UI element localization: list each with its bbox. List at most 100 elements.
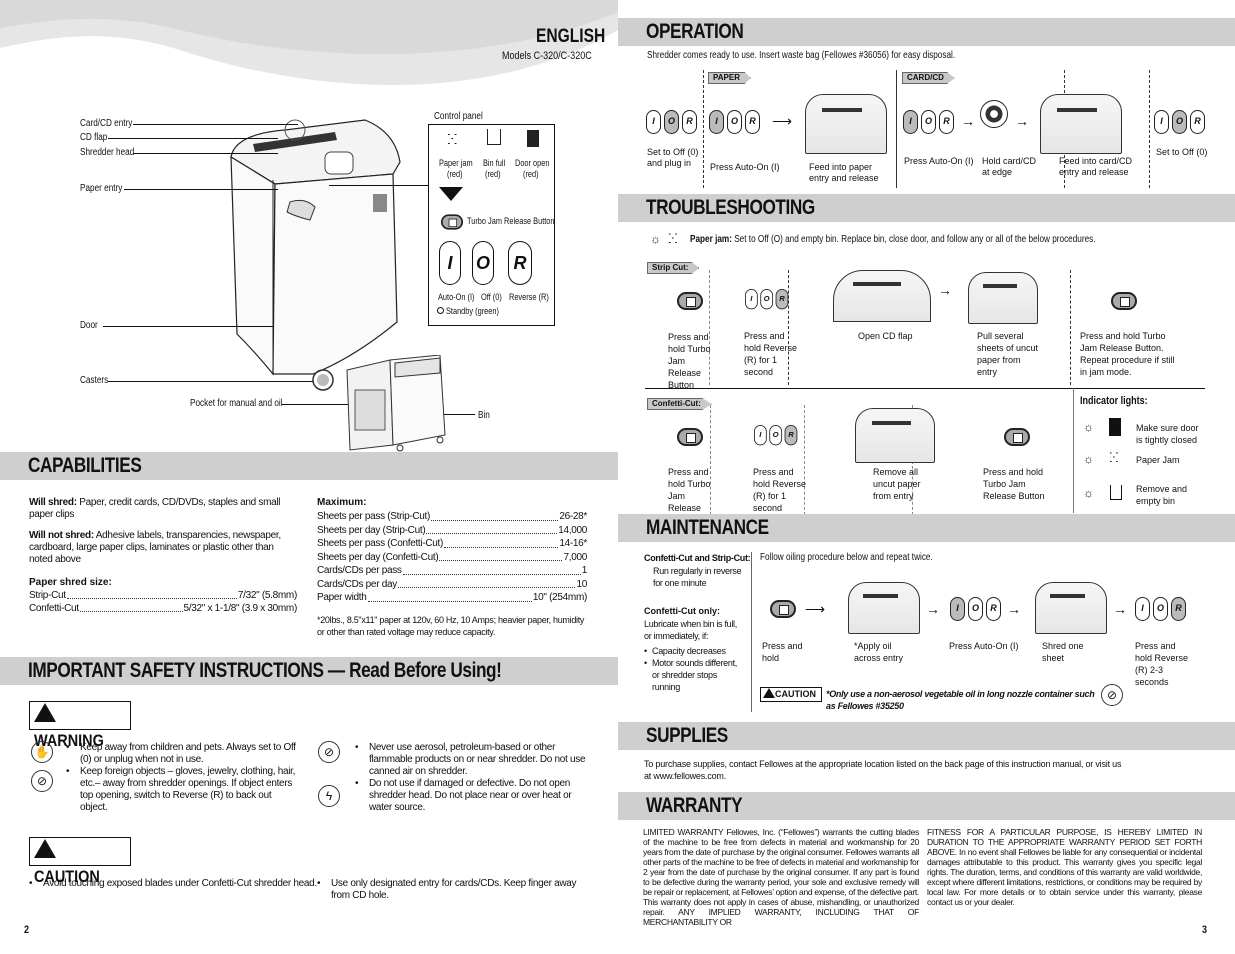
- maximum-row: Sheets per pass (Strip-Cut) 26-28*: [317, 511, 587, 522]
- leader-line: [103, 326, 273, 327]
- card-cd-tag: CARD/CD: [902, 72, 955, 84]
- supplies-text: To purchase supplies, contact Fellowes a…: [644, 759, 1122, 781]
- strip-step: Press and hold Turbo Jam Release Button: [668, 332, 711, 390]
- maximum-row: Sheets per day (Strip-Cut) 14,000: [317, 524, 587, 536]
- paper-tag: PAPER: [708, 72, 751, 84]
- door-open-icon: [527, 130, 539, 147]
- troubleshooting-band: TROUBLESHOOTING: [618, 194, 1235, 222]
- turbo-jam-release-icon: [677, 428, 703, 446]
- ior-buttons-reverse: IOR: [754, 425, 800, 446]
- apply-oil-image: [848, 582, 920, 634]
- language-heading: ENGLISH: [536, 26, 606, 47]
- cd-disc-icon: [980, 100, 1008, 128]
- divider: [1073, 388, 1074, 513]
- turbo-jam-release-button[interactable]: [440, 214, 464, 230]
- light-on-icon: ☼: [1083, 486, 1094, 500]
- shredder-illustration: [230, 119, 401, 391]
- label-pocket: Pocket for manual and oil: [190, 398, 283, 409]
- down-arrow-icon: [439, 187, 463, 201]
- safety-band: IMPORTANT SAFETY INSTRUCTIONS — Read Bef…: [0, 657, 618, 685]
- maintenance-side-text: Lubricate when bin is full, or immediate…: [644, 619, 737, 641]
- operation-step: Press Auto-On (I): [710, 162, 780, 172]
- ior-buttons-auto: IOR: [709, 110, 763, 134]
- turbo-jam-release-icon: [1004, 428, 1030, 446]
- warranty-column-2: FITNESS FOR A PARTICULAR PURPOSE, IS HER…: [927, 827, 1202, 907]
- maintenance-side-text: Run regularly in reverse for one minute: [653, 566, 742, 588]
- warning-triangle-icon: [34, 703, 56, 722]
- maintenance-side-title: Confetti-Cut and Strip-Cut:: [644, 553, 751, 563]
- reverse-button[interactable]: R: [508, 241, 532, 285]
- will-not-shred-text: Will not shred: Adhesive labels, transpa…: [29, 530, 284, 566]
- will-shred-text: Will shred: Paper, credit cards, CD/DVDs…: [29, 497, 284, 521]
- ior-buttons-reverse: IOR: [1135, 597, 1189, 621]
- operation-title: OPERATION: [646, 20, 744, 43]
- leader-line: [108, 138, 278, 139]
- label-paper-entry: Paper entry: [80, 183, 123, 194]
- arrow-icon: →: [1007, 601, 1021, 617]
- maintenance-step: Press and hold: [762, 641, 803, 663]
- warranty-column-1: LIMITED WARRANTY Fellowes, Inc. (“Fellow…: [643, 827, 919, 927]
- maximum-row: Paper width 10" (254mm): [317, 592, 587, 603]
- operation-step: Feed into paper entry and release: [809, 162, 879, 183]
- no-hands-icon: ✋: [31, 741, 53, 763]
- electric-hazard-icon: ϟ: [318, 785, 340, 807]
- strip-step: Press and hold Reverse (R) for 1 second: [744, 331, 798, 377]
- off-button[interactable]: O: [472, 241, 494, 285]
- strip-cut-tag: Strip Cut:: [647, 262, 700, 274]
- label-door: Door: [80, 320, 98, 331]
- shred-size-row: Strip-Cut 7/32" (5.8mm): [29, 590, 297, 601]
- ior-buttons-auto: IOR: [950, 597, 1004, 621]
- reverse-label: Reverse (R): [509, 292, 549, 302]
- paper-jam-icon: ⵘ: [668, 231, 678, 246]
- confetti-step: Press and hold Turbo Jam Release Button: [983, 467, 1045, 501]
- operation-step: Press Auto-On (I): [904, 156, 974, 166]
- shred-size-row: Confetti-Cut 5/32" x 1-1/8" (3.9 x 30mm): [29, 603, 297, 614]
- leader-line: [124, 189, 278, 190]
- no-aerosol-icon: ⊘: [1101, 684, 1123, 706]
- operation-step: Set to Off (0): [1156, 147, 1208, 157]
- confetti-cut-tag: Confetti-Cut:: [647, 398, 712, 410]
- indicator-color: (red): [485, 169, 501, 179]
- leader-line: [329, 185, 429, 186]
- turbo-jam-release-icon: [1111, 292, 1137, 310]
- strip-step: Open CD flap: [858, 331, 913, 341]
- indicator-text: Make sure door is tightly closed: [1136, 423, 1199, 445]
- shredder-feed-paper-image: [805, 94, 887, 154]
- operation-step: Hold card/CD at edge: [982, 156, 1037, 177]
- operation-step: Set to Off (0) and plug in: [647, 147, 699, 168]
- standby-label: Standby (green): [446, 306, 499, 316]
- maximum-list: Sheets per pass (Strip-Cut) 26-28* Sheets …: [317, 510, 587, 605]
- control-panel-title: Control panel: [434, 111, 483, 122]
- divider: [703, 70, 704, 188]
- maintenance-bullets: • Capacity decreases • Motor sounds differ…: [644, 646, 737, 692]
- page-number-left: 2: [24, 924, 30, 936]
- indicator-lights-title: Indicator lights:: [1080, 395, 1148, 407]
- remove-paper-image: [855, 408, 935, 463]
- models-label: Models C-320/C-320C: [502, 50, 592, 62]
- leader-line: [133, 153, 278, 154]
- light-on-icon: ☼: [1083, 452, 1094, 466]
- door-icon: [1109, 418, 1121, 436]
- label-bin: Bin: [478, 410, 490, 421]
- ior-buttons-reverse: IOR: [745, 289, 791, 310]
- page-number-right: 3: [1202, 924, 1208, 936]
- shred-sheet-image: [1035, 582, 1107, 634]
- paper-jam-icon: ⵘ: [1109, 450, 1119, 465]
- divider: [751, 552, 752, 712]
- auto-on-button[interactable]: I: [439, 241, 461, 285]
- section-rule: [645, 388, 1205, 389]
- arrow-icon: ⟶: [772, 113, 793, 129]
- will-not-shred-label: Will not shred:: [29, 530, 94, 541]
- caution-triangle-icon: [763, 688, 775, 698]
- paper-jam-text: Paper jam: Set to Off (O) and empty bin.…: [690, 234, 1096, 245]
- strip-step: Press and hold Turbo Jam Release Button.…: [1080, 331, 1175, 377]
- arrow-icon: →: [926, 601, 940, 617]
- paper-jam-icon: ⵘ: [447, 131, 458, 147]
- no-aerosol-icon: ⊘: [318, 741, 340, 763]
- arrow-icon: →: [1113, 601, 1127, 617]
- leader-line: [133, 124, 298, 125]
- indicator-text: Paper Jam: [1136, 455, 1180, 465]
- arrow-icon: ⟶: [805, 601, 826, 617]
- caution-badge: CAUTION: [29, 837, 131, 886]
- ior-buttons-off: IOR: [1154, 110, 1208, 134]
